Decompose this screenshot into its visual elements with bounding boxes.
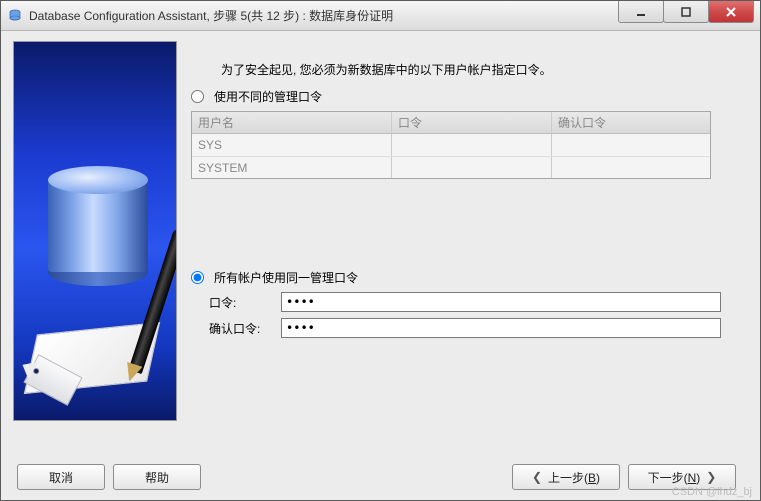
close-button[interactable] — [708, 1, 754, 23]
cancel-button[interactable]: 取消 — [17, 464, 105, 490]
app-icon — [7, 8, 23, 24]
next-button[interactable]: 下一步(N) ❯ — [628, 464, 736, 490]
col-password: 口令 — [392, 112, 552, 133]
client-area: 为了安全起见, 您必须为新数据库中的以下用户帐户指定口令。 使用不同的管理口令 … — [1, 31, 760, 500]
intro-text: 为了安全起见, 您必须为新数据库中的以下用户帐户指定口令。 — [221, 61, 748, 78]
cell-confirm — [552, 157, 712, 178]
confirm-password-label: 确认口令: — [209, 320, 281, 337]
cell-confirm — [552, 134, 712, 156]
chevron-left-icon: ❮ — [532, 470, 542, 484]
col-username: 用户名 — [192, 112, 392, 133]
radio-different-passwords[interactable] — [191, 90, 204, 103]
table-header-row: 用户名 口令 确认口令 — [192, 112, 710, 134]
cell-password — [392, 134, 552, 156]
window-controls — [618, 1, 760, 30]
pen-icon — [80, 232, 177, 402]
back-button-label: 上一步(B) — [548, 469, 600, 486]
table-body: SYS SYSTEM — [192, 134, 710, 178]
option-different-passwords-label: 使用不同的管理口令 — [214, 88, 322, 105]
user-password-table: 用户名 口令 确认口令 SYS SYSTEM — [191, 111, 711, 179]
cell-username: SYSTEM — [192, 157, 392, 178]
help-button[interactable]: 帮助 — [113, 464, 201, 490]
content-row: 为了安全起见, 您必须为新数据库中的以下用户帐户指定口令。 使用不同的管理口令 … — [13, 41, 748, 458]
radio-same-password[interactable] — [191, 271, 204, 284]
next-button-label: 下一步(N) — [648, 469, 701, 486]
footer: 取消 帮助 ❮ 上一步(B) 下一步(N) ❯ — [13, 458, 748, 492]
option-same-password-label: 所有帐户使用同一管理口令 — [214, 269, 358, 286]
titlebar[interactable]: Database Configuration Assistant, 步骤 5(共… — [1, 1, 760, 31]
col-confirm-password: 确认口令 — [552, 112, 712, 133]
minimize-icon — [635, 6, 647, 18]
maximize-icon — [680, 6, 692, 18]
minimize-button[interactable] — [618, 1, 664, 23]
maximize-button[interactable] — [663, 1, 709, 23]
password-input[interactable] — [281, 292, 721, 312]
table-row: SYSTEM — [192, 156, 710, 178]
cell-password — [392, 157, 552, 178]
confirm-password-input[interactable] — [281, 318, 721, 338]
help-button-label: 帮助 — [145, 469, 169, 486]
back-button[interactable]: ❮ 上一步(B) — [512, 464, 620, 490]
table-row: SYS — [192, 134, 710, 156]
window: Database Configuration Assistant, 步骤 5(共… — [0, 0, 761, 501]
cancel-button-label: 取消 — [49, 469, 73, 486]
option-different-passwords[interactable]: 使用不同的管理口令 — [191, 88, 748, 105]
password-row: 口令: — [209, 292, 748, 312]
window-title: Database Configuration Assistant, 步骤 5(共… — [29, 7, 393, 24]
form-area: 为了安全起见, 您必须为新数据库中的以下用户帐户指定口令。 使用不同的管理口令 … — [191, 41, 748, 458]
close-icon — [725, 6, 737, 18]
password-label: 口令: — [209, 294, 281, 311]
wizard-banner — [13, 41, 177, 421]
option-same-password[interactable]: 所有帐户使用同一管理口令 — [191, 269, 748, 286]
confirm-password-row: 确认口令: — [209, 318, 748, 338]
cell-username: SYS — [192, 134, 392, 156]
chevron-right-icon: ❯ — [706, 470, 716, 484]
